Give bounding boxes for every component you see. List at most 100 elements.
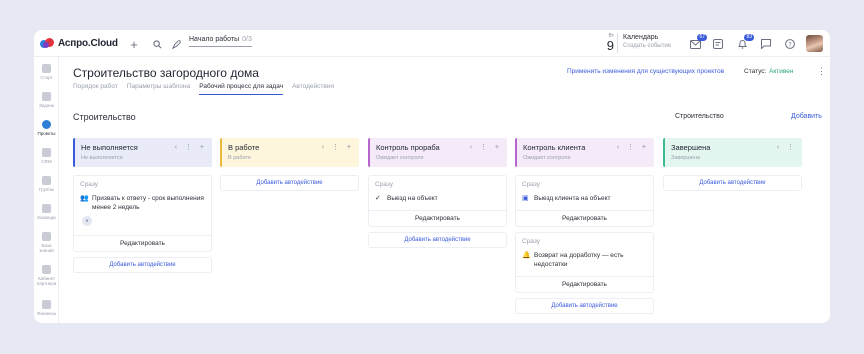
sidebar-item-groups[interactable]: Группы [34, 176, 59, 192]
column-controls[interactable]: ‹ ⋮ [777, 143, 797, 151]
add-auto-action-button[interactable]: Добавить автодействие [663, 175, 802, 191]
column-in-work: В работе В работе ‹ ⋮ + Добавить автодей… [220, 138, 359, 191]
user-avatar[interactable] [806, 35, 823, 52]
sidebar-item-label: Старт [40, 75, 53, 80]
auto-action-card: Сразу ▣ Выезд клиента на объект Редактир… [515, 175, 654, 227]
auto-action: 🔔 Возврат на доработку — есть недостатки [522, 251, 647, 269]
trophy-icon [42, 148, 51, 157]
chat-icon[interactable] [760, 38, 772, 50]
status-label: Статус: [744, 68, 767, 75]
column-controls[interactable]: ‹ ⋮ + [322, 143, 354, 151]
status-value[interactable]: Активен [769, 68, 793, 75]
workflow-selector[interactable]: Строительство [675, 113, 724, 120]
sidebar-item-partner-cabinet[interactable]: Кабинет партнера [34, 265, 59, 286]
section-title: Строительство [73, 112, 136, 122]
calendar-icon: ▣ [522, 195, 529, 202]
auto-action: 👥 Призвать к ответу - срок выполнения ме… [80, 194, 205, 212]
groups-icon [42, 176, 51, 185]
auto-action-text: Возврат на доработку — есть недостатки [534, 252, 624, 268]
sidebar-item-label: Команда [37, 215, 56, 220]
plus-icon[interactable]: + [128, 37, 140, 52]
sidebar-item-label: Финансы [37, 311, 56, 316]
search-icon[interactable] [151, 38, 163, 50]
sidebar-item-tasks[interactable]: Задачи [34, 92, 59, 108]
edit-button[interactable]: Редактировать [369, 210, 506, 226]
sidebar-item-team[interactable]: Команда [34, 204, 59, 220]
column-subtitle: Не выполняется [81, 155, 123, 161]
column-header[interactable]: Завершена Завершена ‹ ⋮ [663, 138, 802, 167]
tasks-icon[interactable] [712, 38, 724, 50]
sidebar-item-projects[interactable]: Проекты [34, 120, 59, 136]
sidebar-item-label: CRM [41, 159, 52, 164]
edit-button[interactable]: Редактировать [74, 235, 211, 251]
rocket-icon [42, 64, 51, 73]
projects-icon [42, 120, 51, 129]
sidebar-item-knowledge-base[interactable]: База знаний [34, 232, 59, 253]
sidebar-item-label: Задачи [38, 103, 55, 108]
tasks-icon [42, 92, 51, 101]
trigger-time: Сразу [80, 181, 99, 188]
auto-action-card: Сразу 🔔 Возврат на доработку — есть недо… [515, 232, 654, 293]
sidebar-item-label: Проекты [37, 131, 56, 136]
create-event-link[interactable]: Создать событие [623, 43, 671, 49]
bell-icon[interactable]: 83 [736, 34, 754, 50]
logo[interactable]: Аспро.Cloud [40, 38, 118, 49]
sidebar-item-finance[interactable]: Финансы [34, 300, 59, 316]
calendar-widget[interactable]: Календарь Создать событие [623, 34, 671, 49]
day-number: 9 [606, 38, 614, 53]
tab-task-workflow[interactable]: Рабочий процесс для задач [199, 83, 284, 95]
edit-button[interactable]: Редактировать [516, 210, 653, 226]
auto-action: ✓ Выезд на объект [375, 194, 500, 203]
column-controls[interactable]: ‹ ⋮ + [470, 143, 502, 151]
column-client-control: Контроль клиента Ожидает контроля ‹ ⋮ + … [515, 138, 654, 314]
column-header[interactable]: Контроль прораба Ожидает контроля ‹ ⋮ + [368, 138, 507, 167]
add-status-button[interactable]: Добавить [791, 113, 822, 120]
finance-icon [42, 300, 51, 309]
tab-work-order[interactable]: Порядок работ [73, 83, 118, 95]
auto-action-text: Выезд на объект [387, 195, 438, 202]
trigger-time: Сразу [522, 181, 541, 188]
bell-icon: 🔔 [522, 252, 531, 259]
more-menu-icon[interactable]: ⋮ [817, 66, 826, 77]
date-widget[interactable]: Вт 9 [600, 33, 618, 53]
column-header[interactable]: Не выполняется Не выполняется ‹ ⋮ + [73, 138, 212, 167]
sidebar-item-start[interactable]: Старт [34, 64, 59, 80]
rocket-icon[interactable] [170, 38, 182, 50]
apply-changes-link[interactable]: Применить изменения для существующих про… [567, 68, 724, 75]
column-subtitle: Ожидает контроля [523, 155, 571, 161]
column-controls[interactable]: ‹ ⋮ + [617, 143, 649, 151]
add-auto-action-button[interactable]: Добавить автодействие [368, 232, 507, 248]
add-auto-action-button[interactable]: Добавить автодействие [73, 257, 212, 273]
column-header[interactable]: В работе В работе ‹ ⋮ + [220, 138, 359, 167]
partner-icon [42, 265, 51, 274]
auto-action: ▣ Выезд клиента на объект [522, 194, 647, 203]
add-auto-action-button[interactable]: Добавить автодействие [515, 298, 654, 314]
page-title: Строительство загородного дома [73, 66, 259, 80]
help-icon[interactable]: ? [784, 38, 796, 50]
calendar-title: Календарь [623, 34, 659, 41]
column-subtitle: Ожидает контроля [376, 155, 424, 161]
trigger-time: Сразу [522, 238, 541, 245]
logo-text: Аспро.Cloud [58, 38, 118, 49]
column-subtitle: В работе [228, 155, 251, 161]
team-icon [42, 204, 51, 213]
check-icon: ✓ [375, 195, 381, 202]
edit-button[interactable]: Редактировать [516, 276, 653, 292]
book-icon [42, 232, 51, 241]
tab-template-params[interactable]: Параметры шаблона [127, 83, 190, 95]
work-start-progress[interactable]: Начало работы 0/3 [189, 36, 252, 47]
column-done: Завершена Завершена ‹ ⋮ Добавить автодей… [663, 138, 802, 191]
add-auto-action-button[interactable]: Добавить автодействие [220, 175, 359, 191]
trigger-time: Сразу [375, 181, 394, 188]
sidebar-item-crm[interactable]: CRM [34, 148, 59, 164]
sidebar-item-label: Группы [39, 187, 54, 192]
svg-text:?: ? [788, 40, 791, 48]
tab-bar: Порядок работ Параметры шаблона Рабочий … [73, 83, 343, 95]
sidebar-item-label: Кабинет партнера [36, 276, 57, 286]
mail-icon[interactable]: 67 [689, 34, 707, 50]
column-header[interactable]: Контроль клиента Ожидает контроля ‹ ⋮ + [515, 138, 654, 167]
column-not-done: Не выполняется Не выполняется ‹ ⋮ + Сраз… [73, 138, 212, 273]
tab-auto-actions[interactable]: Автодействия [292, 83, 334, 95]
top-bar: Аспро.Cloud + Начало работы 0/3 Вт 9 Кале… [34, 30, 830, 57]
column-controls[interactable]: ‹ ⋮ + [175, 143, 207, 151]
